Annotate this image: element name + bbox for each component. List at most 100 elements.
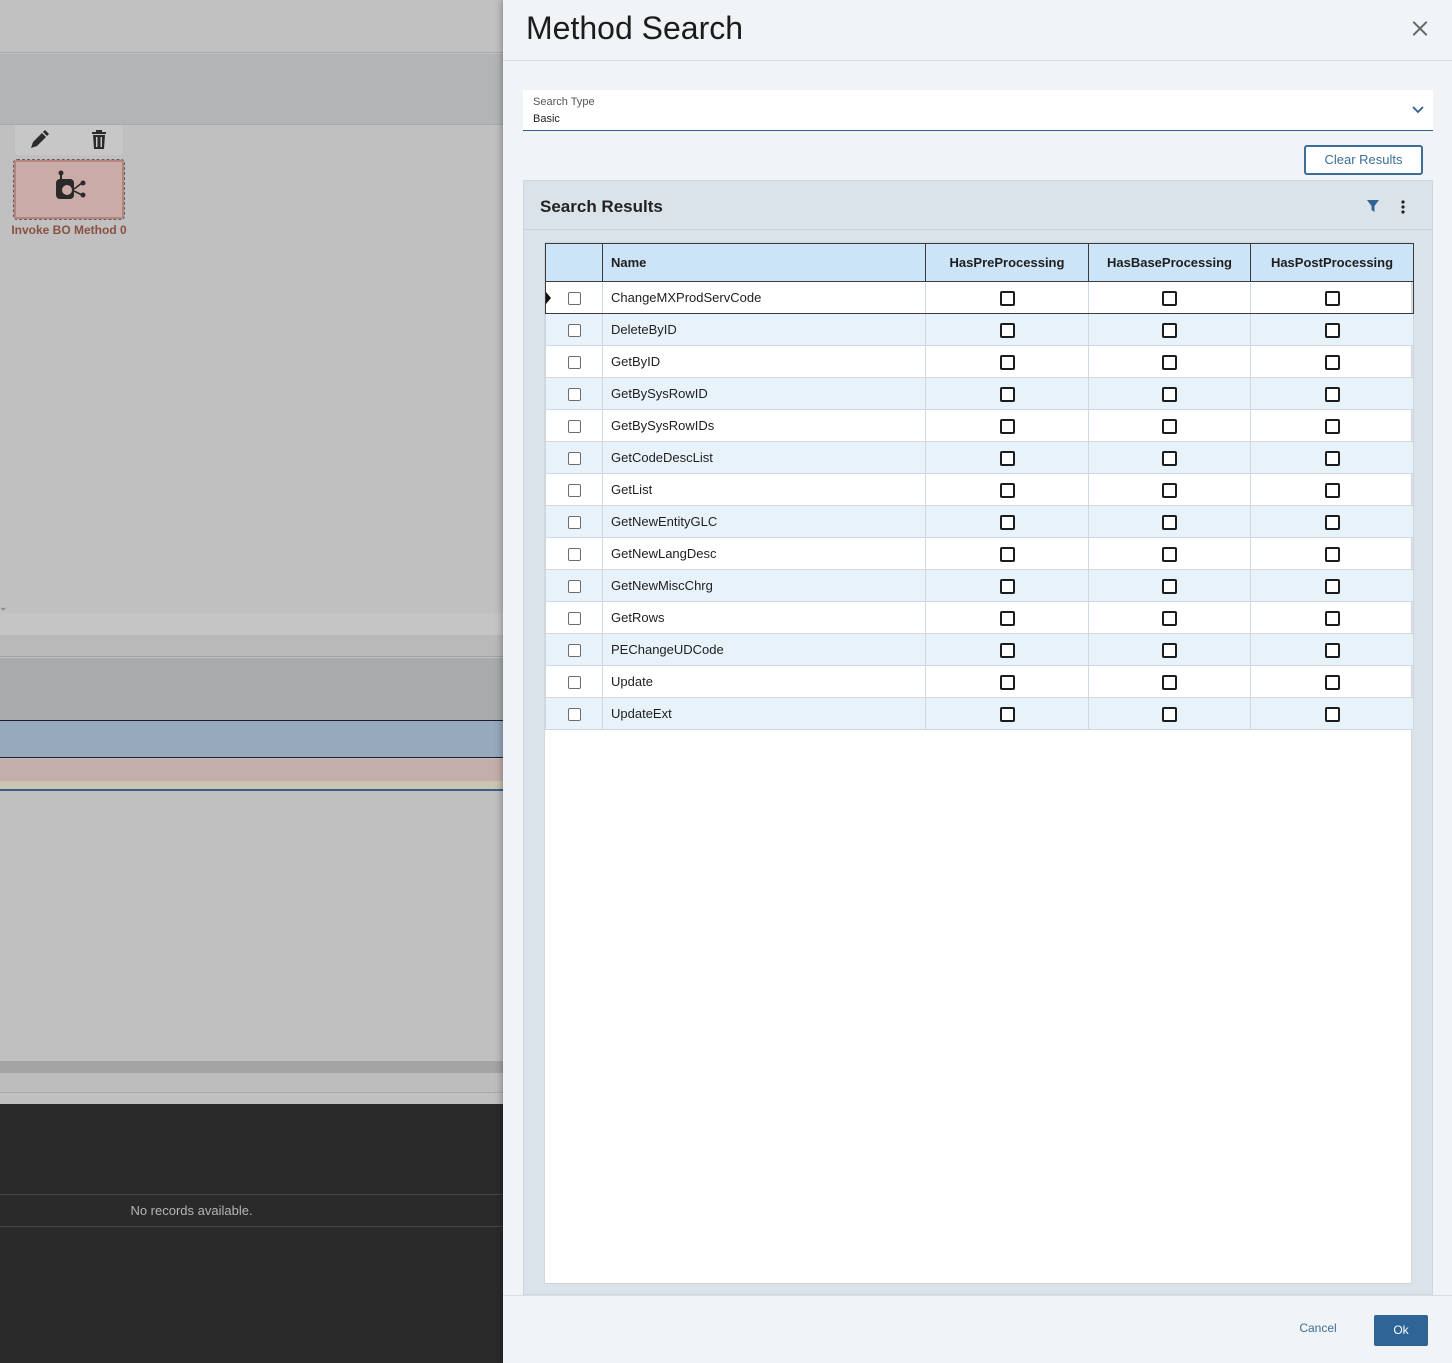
- row-select-cell[interactable]: [545, 697, 603, 730]
- collapse-chevron-icon[interactable]: ⌄: [0, 602, 7, 613]
- table-row[interactable]: GetBySysRowID: [545, 377, 1414, 410]
- row-select-checkbox[interactable]: [567, 516, 581, 530]
- table-row[interactable]: GetByID: [545, 345, 1414, 378]
- row-select-checkbox[interactable]: [567, 676, 581, 690]
- haspreprocessing-checkbox[interactable]: [999, 418, 1015, 434]
- row-select-cell[interactable]: [545, 601, 603, 634]
- haspostprocessing-checkbox[interactable]: [1324, 386, 1340, 402]
- clear-results-button[interactable]: Clear Results: [1304, 145, 1423, 175]
- row-select-checkbox[interactable]: [567, 548, 581, 562]
- haspreprocessing-checkbox[interactable]: [999, 482, 1015, 498]
- haspreprocessing-checkbox[interactable]: [999, 610, 1015, 626]
- row-select-cell[interactable]: [545, 665, 603, 698]
- hasbaseprocessing-checkbox[interactable]: [1162, 578, 1177, 594]
- row-select-checkbox[interactable]: [567, 292, 581, 306]
- haspostprocessing-checkbox[interactable]: [1324, 642, 1340, 658]
- row-select-cell[interactable]: [545, 537, 603, 570]
- hasbaseprocessing-checkbox[interactable]: [1162, 450, 1177, 466]
- haspostprocessing-checkbox[interactable]: [1324, 354, 1340, 370]
- table-row[interactable]: ChangeMXProdServCode: [545, 281, 1414, 314]
- hasbaseprocessing-checkbox[interactable]: [1162, 610, 1177, 626]
- haspostprocessing-checkbox[interactable]: [1324, 290, 1340, 306]
- haspostprocessing-checkbox[interactable]: [1324, 514, 1340, 530]
- cancel-button[interactable]: Cancel: [1283, 1321, 1353, 1341]
- row-select-checkbox[interactable]: [567, 324, 581, 338]
- hasbaseprocessing-checkbox[interactable]: [1162, 354, 1177, 370]
- row-select-cell[interactable]: [545, 569, 603, 602]
- ok-button[interactable]: Ok: [1374, 1315, 1428, 1346]
- table-row[interactable]: GetCodeDescList: [545, 441, 1414, 474]
- row-select-checkbox[interactable]: [567, 452, 581, 466]
- row-select-cell[interactable]: [545, 505, 603, 538]
- haspreprocessing-checkbox[interactable]: [999, 642, 1015, 658]
- row-select-cell[interactable]: [545, 409, 603, 442]
- haspreprocessing-checkbox[interactable]: [999, 674, 1015, 690]
- row-select-cell[interactable]: [545, 281, 603, 314]
- haspreprocessing-checkbox[interactable]: [999, 706, 1015, 722]
- row-select-checkbox[interactable]: [567, 388, 581, 402]
- haspostprocessing-checkbox[interactable]: [1324, 610, 1340, 626]
- haspreprocessing-checkbox[interactable]: [999, 514, 1015, 530]
- haspostprocessing-checkbox[interactable]: [1324, 674, 1340, 690]
- row-select-cell[interactable]: [545, 633, 603, 666]
- more-options-icon[interactable]: [1396, 199, 1410, 215]
- column-header-name[interactable]: Name: [602, 243, 926, 282]
- haspreprocessing-checkbox[interactable]: [999, 354, 1015, 370]
- hasbaseprocessing-checkbox[interactable]: [1162, 482, 1177, 498]
- table-row[interactable]: GetBySysRowIDs: [545, 409, 1414, 442]
- trash-icon[interactable]: [88, 129, 110, 151]
- row-select-cell[interactable]: [545, 473, 603, 506]
- haspostprocessing-checkbox[interactable]: [1324, 546, 1340, 562]
- hasbaseprocessing-checkbox[interactable]: [1162, 642, 1177, 658]
- table-row[interactable]: GetNewLangDesc: [545, 537, 1414, 570]
- haspostprocessing-checkbox[interactable]: [1324, 706, 1340, 722]
- edit-icon[interactable]: [28, 129, 50, 151]
- table-row[interactable]: GetNewMiscChrg: [545, 569, 1414, 602]
- hasbaseprocessing-checkbox[interactable]: [1162, 706, 1177, 722]
- haspreprocessing-checkbox[interactable]: [999, 290, 1015, 306]
- table-row[interactable]: DeleteByID: [545, 313, 1414, 346]
- haspostprocessing-checkbox[interactable]: [1324, 482, 1340, 498]
- haspostprocessing-checkbox[interactable]: [1324, 322, 1340, 338]
- haspreprocessing-checkbox[interactable]: [999, 386, 1015, 402]
- table-row[interactable]: Update: [545, 665, 1414, 698]
- hasbaseprocessing-checkbox[interactable]: [1162, 418, 1177, 434]
- hasbaseprocessing-checkbox[interactable]: [1162, 674, 1177, 690]
- select-column-header[interactable]: [545, 243, 603, 282]
- table-row[interactable]: PEChangeUDCode: [545, 633, 1414, 666]
- filter-icon[interactable]: [1366, 199, 1380, 213]
- hasbaseprocessing-checkbox[interactable]: [1162, 290, 1177, 306]
- haspostprocessing-checkbox[interactable]: [1324, 450, 1340, 466]
- row-select-checkbox[interactable]: [567, 708, 581, 722]
- row-select-checkbox[interactable]: [567, 644, 581, 658]
- row-select-cell[interactable]: [545, 377, 603, 410]
- hasbaseprocessing-checkbox[interactable]: [1162, 386, 1177, 402]
- haspostprocessing-checkbox[interactable]: [1324, 418, 1340, 434]
- hasbaseprocessing-checkbox[interactable]: [1162, 546, 1177, 562]
- haspreprocessing-checkbox[interactable]: [999, 546, 1015, 562]
- column-header-haspostprocessing[interactable]: HasPostProcessing: [1250, 243, 1414, 282]
- haspreprocessing-checkbox[interactable]: [999, 322, 1015, 338]
- row-select-cell[interactable]: [545, 313, 603, 346]
- haspreprocessing-checkbox[interactable]: [999, 450, 1015, 466]
- column-header-hasbaseprocessing[interactable]: HasBaseProcessing: [1088, 243, 1251, 282]
- row-select-cell[interactable]: [545, 345, 603, 378]
- table-row[interactable]: GetRows: [545, 601, 1414, 634]
- table-row[interactable]: GetList: [545, 473, 1414, 506]
- hasbaseprocessing-checkbox[interactable]: [1162, 514, 1177, 530]
- haspostprocessing-checkbox[interactable]: [1324, 578, 1340, 594]
- row-select-checkbox[interactable]: [567, 580, 581, 594]
- haspreprocessing-checkbox[interactable]: [999, 578, 1015, 594]
- row-select-cell[interactable]: [545, 441, 603, 474]
- row-select-checkbox[interactable]: [567, 420, 581, 434]
- chevron-down-icon[interactable]: [1411, 102, 1425, 116]
- row-select-checkbox[interactable]: [567, 484, 581, 498]
- workflow-node[interactable]: [13, 159, 125, 220]
- table-row[interactable]: UpdateExt: [545, 697, 1414, 730]
- close-icon[interactable]: [1407, 16, 1433, 42]
- row-select-checkbox[interactable]: [567, 356, 581, 370]
- row-select-checkbox[interactable]: [567, 612, 581, 626]
- table-row[interactable]: GetNewEntityGLC: [545, 505, 1414, 538]
- hasbaseprocessing-checkbox[interactable]: [1162, 322, 1177, 338]
- search-type-select[interactable]: Search Type Basic: [523, 90, 1433, 131]
